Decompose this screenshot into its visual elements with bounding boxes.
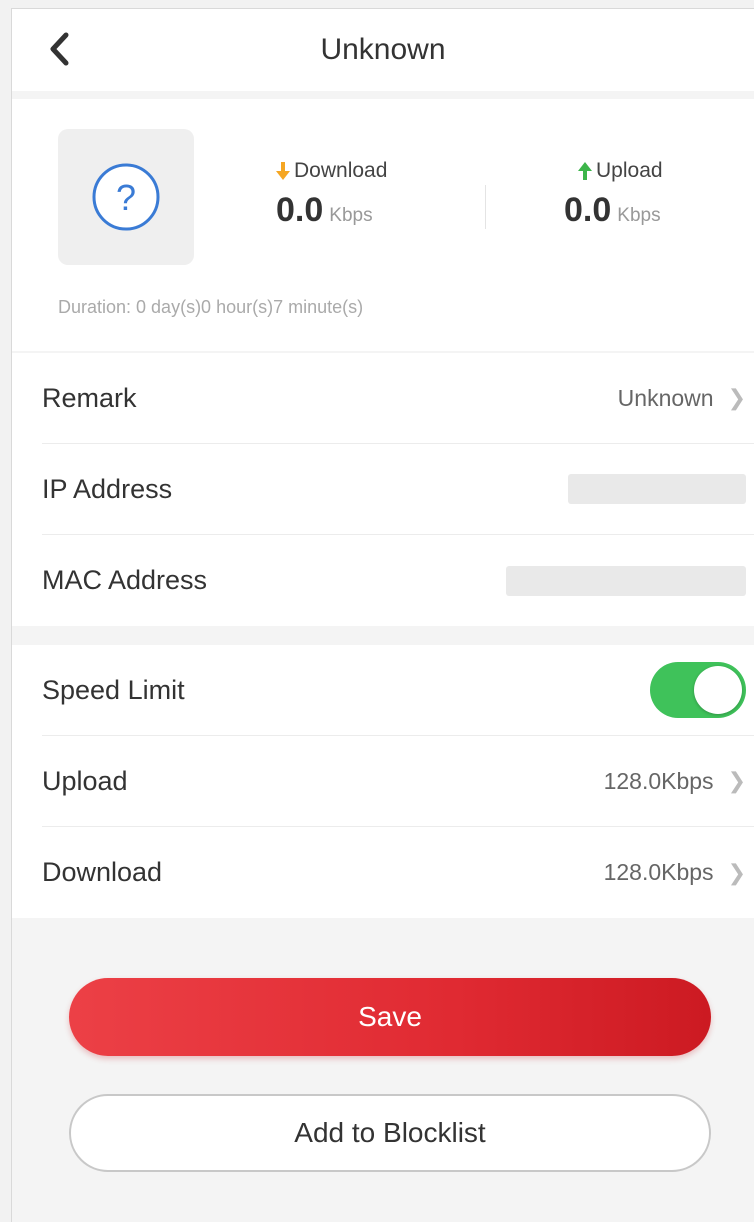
question-mark-icon: ? xyxy=(92,163,160,231)
chevron-right-icon: ❯ xyxy=(727,859,746,885)
download-limit-label: Download xyxy=(42,857,163,887)
upload-unit: Kbps xyxy=(617,205,661,226)
connection-duration: Duration: 0 day(s)0 hour(s)7 minute(s) xyxy=(58,297,364,317)
stat-divider xyxy=(485,185,486,229)
upload-limit-value: 128.0Kbps xyxy=(603,767,714,794)
device-avatar: ? xyxy=(58,129,194,265)
remark-row[interactable]: Remark Unknown ❯ xyxy=(42,353,754,444)
device-detail-screen: Unknown ? Download 0.0 Kbps Upload 0.0 K… xyxy=(11,8,754,1222)
mac-address-value-redacted xyxy=(506,565,746,596)
download-limit-row[interactable]: Download 128.0Kbps ❯ xyxy=(42,827,754,918)
add-to-blocklist-button[interactable]: Add to Blocklist xyxy=(69,1094,711,1172)
speed-limit-toggle[interactable] xyxy=(650,662,746,718)
chevron-right-icon: ❯ xyxy=(727,768,746,793)
remark-value: Unknown xyxy=(617,384,714,411)
save-button[interactable]: Save xyxy=(69,978,711,1056)
svg-text:?: ? xyxy=(116,177,136,218)
remark-label: Remark xyxy=(42,382,137,413)
toggle-knob xyxy=(694,666,742,714)
upload-value: 0.0 xyxy=(564,191,612,229)
speed-limit-section: Speed Limit Upload 128.0Kbps ❯ Download … xyxy=(12,645,754,918)
download-label: Download xyxy=(294,159,388,182)
device-summary-card: ? Download 0.0 Kbps Upload 0.0 Kbps Dura… xyxy=(12,99,754,351)
header-bar: Unknown xyxy=(12,9,754,91)
upload-arrow-icon xyxy=(578,162,592,180)
upload-limit-label: Upload xyxy=(42,765,128,796)
ip-address-row: IP Address xyxy=(42,444,754,535)
download-unit: Kbps xyxy=(329,205,373,226)
upload-label: Upload xyxy=(596,159,663,182)
download-stat: Download 0.0 Kbps xyxy=(276,159,456,230)
mac-address-label: MAC Address xyxy=(42,565,208,595)
page-title: Unknown xyxy=(320,33,446,66)
speed-limit-label: Speed Limit xyxy=(42,674,185,705)
chevron-right-icon: ❯ xyxy=(727,385,746,410)
ip-address-value-redacted xyxy=(568,474,746,504)
download-value: 0.0 xyxy=(276,191,324,229)
upload-stat: Upload 0.0 Kbps xyxy=(564,159,744,230)
device-info-section: Remark Unknown ❯ IP Address MAC Address xyxy=(12,353,754,626)
mac-address-row: MAC Address xyxy=(42,535,754,626)
upload-limit-row[interactable]: Upload 128.0Kbps ❯ xyxy=(42,736,754,827)
speed-limit-row: Speed Limit xyxy=(42,645,754,736)
download-limit-value: 128.0Kbps xyxy=(603,859,714,885)
ip-address-label: IP Address xyxy=(42,473,173,504)
download-arrow-icon xyxy=(276,162,290,180)
